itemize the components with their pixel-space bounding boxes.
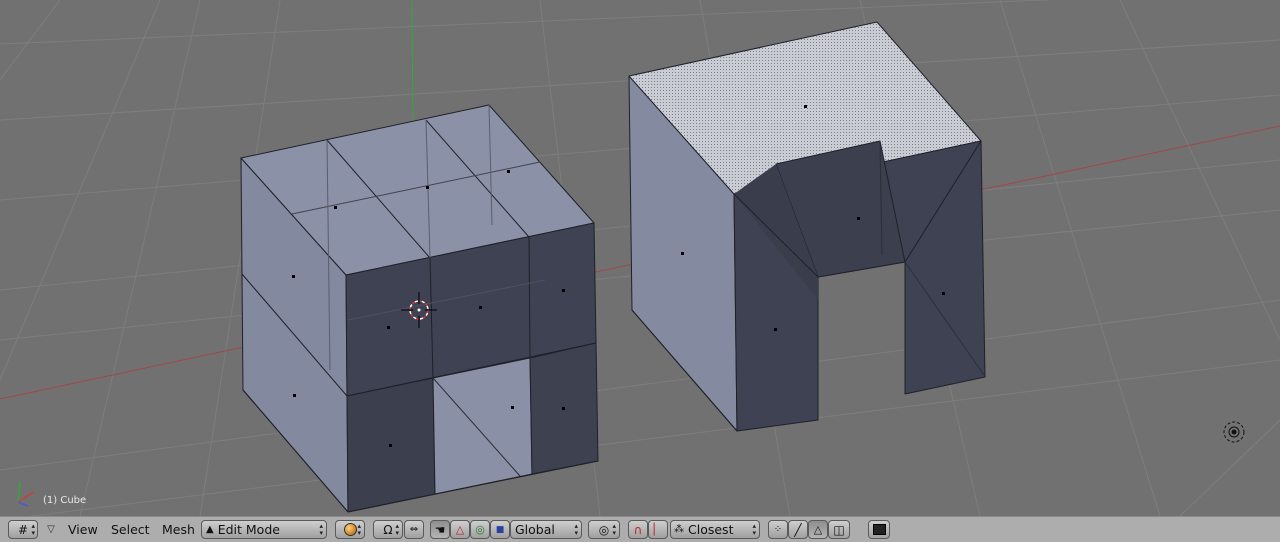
face-select-icon: △ (813, 523, 823, 536)
shading-sphere-icon (343, 523, 357, 536)
proportional-edit-selector[interactable]: ◎ ▴ ▾ (588, 520, 620, 539)
lamp-icon (1223, 421, 1245, 443)
select-menu[interactable]: Select (107, 520, 154, 539)
translate-icon: △ (455, 523, 465, 536)
chevron-updown-icon: ▴ ▾ (574, 522, 578, 537)
proportional-edit-icon: ◎ (598, 522, 610, 537)
pivot-icon: Ω (383, 522, 393, 537)
edge-select-mode-button[interactable]: ╱ (788, 520, 808, 539)
occlude-geometry-icon: ◫ (833, 522, 845, 537)
3d-viewport[interactable]: (1) Cube (0, 0, 1280, 516)
edge-select-icon: ╱ (794, 522, 802, 537)
chevron-updown-icon: ▴ ▾ (752, 522, 756, 537)
manipulator-hand-icon: ☚ (434, 522, 446, 537)
view-menu[interactable]: View (64, 520, 102, 539)
face-select-mode-button[interactable]: △ (808, 520, 828, 539)
active-object-label: (1) Cube (43, 495, 87, 506)
render-icon (872, 524, 886, 535)
chevron-updown-icon: ▴ ▾ (319, 522, 323, 537)
mesh-menu[interactable]: Mesh (158, 520, 199, 539)
scene-canvas[interactable] (0, 0, 1280, 516)
snap-target-dropdown[interactable]: ⁂ Closest ▴ ▾ (670, 520, 760, 539)
snap-element-icon: ▏ (653, 523, 663, 536)
editor-type-icon: # (17, 522, 29, 537)
scale-button[interactable]: ■ (490, 520, 510, 539)
snap-target-icon: ⁂ (674, 524, 684, 535)
mode-dropdown-value: Edit Mode (217, 522, 280, 537)
snap-target-dropdown-value: Closest (688, 522, 734, 537)
snap-magnet-icon: ∩ (633, 522, 643, 537)
render-button[interactable] (868, 520, 890, 539)
orientation-dropdown-value: Global (515, 522, 555, 537)
edit-mode-icon: ▲ (206, 524, 214, 535)
vertex-select-mode-button[interactable]: ⁘ (768, 520, 788, 539)
rotate-button[interactable]: ◎ (470, 520, 490, 539)
viewport-shading-selector[interactable]: ▴ ▾ (335, 520, 365, 539)
editor-type-selector[interactable]: # ▴ ▾ (8, 520, 38, 539)
pivot-point-selector[interactable]: Ω ▴ ▾ (373, 520, 403, 539)
mode-dropdown[interactable]: ▲ Edit Mode ▴ ▾ (201, 520, 327, 539)
chevron-updown-icon: ▴ ▾ (612, 522, 616, 537)
right-arch-mesh (628, 21, 986, 432)
snap-toggle[interactable]: ∩ (628, 520, 648, 539)
manipulator-hand-button[interactable]: ☚ (430, 520, 450, 539)
snap-element-selector[interactable]: ▏ (648, 520, 668, 539)
chevron-updown-icon: ▴ ▾ (357, 522, 361, 537)
viewport-header-toolbar: # ▴ ▾ ▽ View Select Mesh ▲ Edit Mode ▴ ▾ ▴… (0, 516, 1280, 542)
chevron-updown-icon: ▴ ▾ (31, 522, 35, 537)
manipulator-arrows-icon: ⇔ (409, 524, 419, 535)
translate-button[interactable]: △ (450, 520, 470, 539)
orientation-dropdown[interactable]: Global ▴ ▾ (510, 520, 582, 539)
scale-icon: ■ (495, 524, 505, 535)
collapse-triangle-icon[interactable]: ▽ (44, 520, 58, 539)
vertex-select-icon: ⁘ (773, 524, 783, 535)
rotate-icon: ◎ (475, 523, 485, 536)
chevron-updown-icon: ▴ ▾ (395, 522, 399, 537)
occlude-geometry-button[interactable]: ◫ (828, 520, 850, 539)
axis-gizmo (17, 481, 35, 507)
manipulator-toggle[interactable]: ⇔ (404, 520, 424, 539)
